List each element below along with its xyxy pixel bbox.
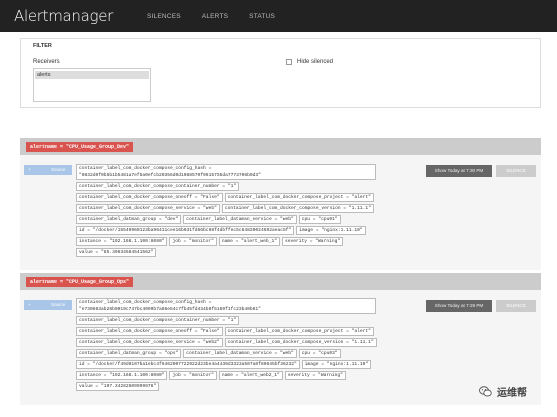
label-chip[interactable]: container_label_com_docker_compose_confi…	[76, 164, 376, 180]
show-alert-button[interactable]: Show Today at 7:30 PM	[426, 165, 492, 177]
label-chip[interactable]: container_label_com_docker_compose_proje…	[224, 193, 374, 202]
nav-links: SILENCES ALERTS STATUS	[147, 13, 296, 20]
hide-silenced-toggle[interactable]: Hide silenced	[286, 59, 333, 65]
alert-group-header: alertname = "CPU_Usage_Group_Dev"	[20, 138, 541, 155]
label-chip[interactable]: container_label_com_docker_compose_versi…	[221, 204, 374, 213]
label-chip[interactable]: instance = "192.168.1.100:8080"	[76, 371, 168, 380]
label-chip[interactable]: id = "/docker/f49d0107ba1ebc4f6462007722…	[76, 360, 300, 369]
label-chip[interactable]: id = "/docker/15549960123ba96411cee16b03…	[76, 226, 295, 235]
label-chip[interactable]: container_label_dataman_service = "web"	[183, 215, 297, 224]
nav-alerts[interactable]: ALERTS	[202, 13, 228, 20]
label-chip[interactable]: value = "107.34282609999978"	[76, 382, 160, 391]
label-chip[interactable]: container_label_datman_group = "dev"	[76, 215, 182, 224]
brand-logo[interactable]: Alertmanager	[14, 7, 113, 25]
receivers-label: Receivers	[33, 59, 60, 65]
show-alert-button[interactable]: Show Today at 7:29 PM	[426, 300, 492, 312]
nav-status[interactable]: STATUS	[249, 13, 275, 20]
filter-panel: FILTER Receivers alerts Hide silenced	[20, 38, 541, 108]
navbar: Alertmanager SILENCES ALERTS STATUS	[0, 0, 557, 32]
label-chip[interactable]: container_label_com_docker_compose_versi…	[224, 338, 377, 347]
alert-group-header: alertname = "CPU_Usage_Group_Ops"	[20, 273, 541, 290]
plus-icon: +	[28, 302, 31, 307]
silence-button[interactable]: SILENCE	[496, 165, 536, 177]
plus-icon: +	[28, 167, 31, 172]
label-chip[interactable]: value = "85.39634584541562"	[76, 248, 157, 257]
receivers-select[interactable]: alerts	[33, 68, 151, 102]
label-chip[interactable]: container_label_com_docker_compose_servi…	[76, 338, 223, 347]
label-chip[interactable]: image = "nginx:1.11.10"	[301, 360, 372, 369]
label-chip[interactable]: severity = "Warning"	[281, 237, 344, 246]
source-button[interactable]: + Source	[24, 300, 72, 310]
filter-title: FILTER	[33, 43, 52, 49]
label-chip[interactable]: container_label_com_docker_compose_conta…	[76, 316, 240, 325]
label-chip[interactable]: container_label_com_docker_compose_oneof…	[76, 327, 223, 336]
hide-silenced-label: Hide silenced	[297, 59, 334, 65]
label-chip[interactable]: job = "monitor"	[169, 371, 217, 380]
label-chip[interactable]: container_label_com_docker_compose_conta…	[76, 182, 240, 191]
label-chip[interactable]: container_label_com_docker_compose_proje…	[224, 327, 374, 336]
label-chip[interactable]: name = "alert_web2_1"	[218, 371, 283, 380]
alert-group-body: + Source container_label_com_docker_comp…	[20, 155, 541, 270]
source-button-label: Source	[51, 167, 66, 172]
label-chip[interactable]: container_label_com_docker_compose_servi…	[76, 204, 220, 213]
label-list: container_label_com_docker_compose_confi…	[76, 164, 406, 259]
nav-silences[interactable]: SILENCES	[147, 13, 181, 20]
watermark-text: 运维帮	[497, 388, 527, 399]
watermark: 运维帮	[479, 384, 527, 399]
receiver-option-selected[interactable]: alerts	[35, 71, 149, 79]
alertname-badge[interactable]: alertname = "CPU_Usage_Group_Dev"	[26, 142, 134, 152]
label-chip[interactable]: name = "alert_web_1"	[218, 237, 280, 246]
label-chip[interactable]: severity = "Warning"	[284, 371, 346, 380]
label-chip[interactable]: cpu = "cpu03"	[298, 349, 341, 358]
alertname-badge[interactable]: alertname = "CPU_Usage_Group_Ops"	[26, 277, 134, 287]
label-chip[interactable]: container_label_dataman_service = "web"	[183, 349, 297, 358]
wechat-icon	[479, 386, 492, 397]
label-chip[interactable]: image = "nginx:1.11.10"	[296, 226, 366, 235]
silence-button[interactable]: SILENCE	[496, 300, 536, 312]
label-chip[interactable]: container_label_com_docker_compose_confi…	[76, 298, 376, 314]
alert-group-body: + Source container_label_com_docker_comp…	[20, 290, 541, 405]
label-chip[interactable]: instance = "192.168.1.100:8080"	[76, 237, 168, 246]
label-chip[interactable]: cpu = "cpu01"	[298, 215, 341, 224]
source-button-label: Source	[51, 302, 66, 307]
label-chip[interactable]: job = "monitor"	[169, 237, 217, 246]
label-list: container_label_com_docker_compose_confi…	[76, 298, 406, 393]
source-button[interactable]: + Source	[24, 165, 72, 175]
hide-silenced-checkbox[interactable]	[286, 59, 292, 65]
label-chip[interactable]: container_label_datman_group = "ops"	[76, 349, 182, 358]
label-chip[interactable]: container_label_com_docker_compose_oneof…	[76, 193, 223, 202]
